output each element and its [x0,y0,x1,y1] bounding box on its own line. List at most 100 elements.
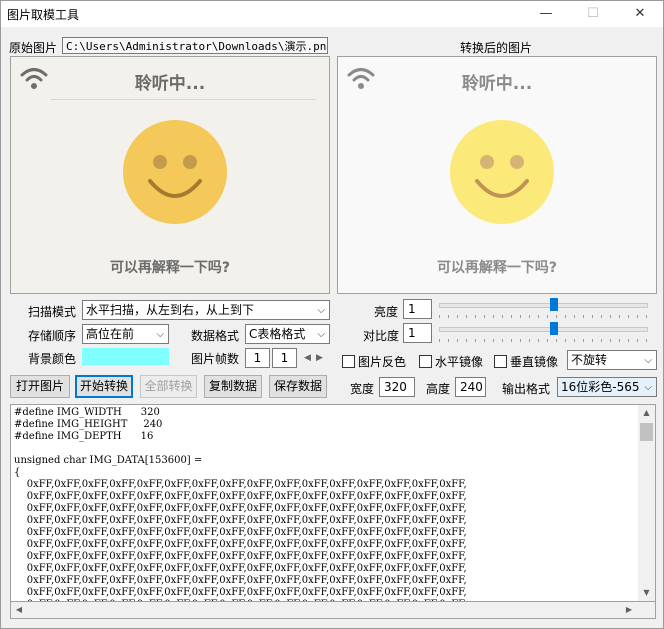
code-line: 0xFF,0xFF,0xFF,0xFF,0xFF,0xFF,0xFF,0xFF,… [14,563,467,574]
source-path-field[interactable]: C:\Users\Administrator\Downloads\演示.png [62,37,328,54]
smiley-face-icon [123,120,227,224]
contrast-label: 对比度 [363,329,400,343]
byte-order-select[interactable]: 高位在前 ⌵ [82,324,169,344]
divider [51,99,316,100]
data-format-select[interactable]: C表格格式 ⌵ [245,324,330,344]
data-format-label: 数据格式 [191,329,240,343]
scroll-thumb[interactable] [640,423,653,441]
preview-heading: 聆听中... [134,74,206,94]
scroll-left-icon[interactable]: ◀ [11,602,27,618]
hmirror-checkbox[interactable]: 水平镜像 [419,353,483,370]
original-image-preview: 聆听中... 可以再解释一下吗? [10,56,330,294]
chevron-down-icon: ⌵ [644,355,652,366]
frame-current-field[interactable]: 1 [245,348,270,368]
brightness-label: 亮度 [374,305,399,319]
preview-footer: 可以再解释一下吗? [109,260,231,276]
bg-color-label: 背景颜色 [28,352,77,366]
chevron-down-icon: ⌵ [156,329,164,340]
checkbox-box[interactable] [342,355,355,368]
code-line: 0xFF,0xFF,0xFF,0xFF,0xFF,0xFF,0xFF,0xFF,… [14,503,467,514]
code-line: 0xFF,0xFF,0xFF,0xFF,0xFF,0xFF,0xFF,0xFF,… [14,599,636,601]
contrast-slider[interactable] [439,322,648,347]
width-field[interactable]: 320 [379,377,415,397]
start-convert-button[interactable]: 开始转换 [75,375,133,398]
open-image-button[interactable]: 打开图片 [10,375,70,398]
slider-track [439,303,648,308]
invert-checkbox[interactable]: 图片反色 [342,353,406,370]
code-line: #define IMG_WIDTH 320 [14,407,160,418]
converted-image-preview: 聆听中... 可以再解释一下吗? [337,56,657,294]
copy-data-button[interactable]: 复制数据 [204,375,262,398]
scan-mode-value: 水平扫描，从左到右，从上到下 [86,303,255,317]
frames-label: 图片帧数 [191,352,240,366]
smiley-face-icon [450,120,554,224]
horizontal-scrollbar[interactable]: ◀ ▶ [10,602,656,619]
slider-ticks [439,339,648,342]
scroll-down-icon[interactable]: ▼ [638,585,655,601]
vertical-scrollbar[interactable]: ▲ ▼ [638,405,655,601]
arrow-left-icon[interactable]: ◀ [304,353,311,363]
main-window: 图片取模工具 — ☐ ✕ 原始图片 C:\Users\Administrator… [0,0,664,629]
code-line: { [14,467,21,478]
code-text[interactable]: #define IMG_WIDTH 320 #define IMG_HEIGHT … [14,407,636,601]
chevron-down-icon: ⌵ [644,382,652,393]
preview-heading: 聆听中... [461,74,533,94]
brightness-value[interactable]: 1 [403,299,432,319]
minimize-button[interactable]: — [523,1,569,27]
contrast-value[interactable]: 1 [403,323,432,343]
bg-color-swatch[interactable] [82,348,169,365]
height-label: 高度 [426,382,451,396]
code-output[interactable]: #define IMG_WIDTH 320 #define IMG_HEIGHT … [10,404,656,602]
code-line: 0xFF,0xFF,0xFF,0xFF,0xFF,0xFF,0xFF,0xFF,… [14,515,467,526]
hmirror-label: 水平镜像 [435,355,484,369]
invert-label: 图片反色 [358,355,407,369]
output-format-value: 16位彩色-565 [561,380,640,394]
rotate-value: 不旋转 [571,353,608,367]
frame-spinner[interactable]: ◀ ▶ [301,351,327,368]
contrast-thumb[interactable] [549,322,558,335]
brightness-slider[interactable] [439,298,648,323]
chevron-down-icon: ⌵ [317,329,325,340]
code-line: 0xFF,0xFF,0xFF,0xFF,0xFF,0xFF,0xFF,0xFF,… [14,587,467,598]
code-line: #define IMG_DEPTH 16 [14,431,154,442]
arrow-right-icon[interactable]: ▶ [316,353,323,363]
scroll-right-icon[interactable]: ▶ [621,602,637,618]
close-button[interactable]: ✕ [617,1,663,27]
save-data-button[interactable]: 保存数据 [269,375,327,398]
brightness-thumb[interactable] [549,298,558,311]
code-line: 0xFF,0xFF,0xFF,0xFF,0xFF,0xFF,0xFF,0xFF,… [14,479,467,490]
convert-all-button[interactable]: 全部转换 [140,375,197,398]
code-line: 0xFF,0xFF,0xFF,0xFF,0xFF,0xFF,0xFF,0xFF,… [14,539,467,550]
scan-mode-label: 扫描模式 [28,305,77,319]
rotate-select[interactable]: 不旋转 ⌵ [567,350,657,370]
scan-mode-select[interactable]: 水平扫描，从左到右，从上到下 ⌵ [82,300,330,320]
height-field[interactable]: 240 [455,377,486,397]
vmirror-label: 垂直镜像 [510,355,559,369]
code-line: 0xFF,0xFF,0xFF,0xFF,0xFF,0xFF,0xFF,0xFF,… [14,527,467,538]
source-image-label: 原始图片 [9,41,58,55]
checkbox-box[interactable] [494,355,507,368]
frame-total-field[interactable]: 1 [272,348,297,368]
output-format-select[interactable]: 16位彩色-565 ⌵ [557,377,657,397]
window-title: 图片取模工具 [7,8,80,22]
code-line: 0xFF,0xFF,0xFF,0xFF,0xFF,0xFF,0xFF,0xFF,… [14,575,467,586]
chevron-down-icon: ⌵ [317,305,325,316]
checkbox-box[interactable] [419,355,432,368]
code-line: #define IMG_HEIGHT 240 [14,419,163,430]
data-format-value: C表格格式 [249,327,306,341]
output-format-label: 输出格式 [502,382,551,396]
code-line: 0xFF,0xFF,0xFF,0xFF,0xFF,0xFF,0xFF,0xFF,… [14,491,467,502]
byte-order-label: 存储顺序 [28,329,77,343]
maximize-button[interactable]: ☐ [570,1,616,27]
slider-ticks [439,315,648,318]
slider-track [439,327,648,332]
preview-footer: 可以再解释一下吗? [436,260,558,276]
byte-order-value: 高位在前 [86,327,135,341]
width-label: 宽度 [350,382,375,396]
vmirror-checkbox[interactable]: 垂直镜像 [494,353,558,370]
scroll-up-icon[interactable]: ▲ [638,405,655,421]
code-line: unsigned char IMG_DATA[153600] = [14,455,203,466]
title-bar: 图片取模工具 — ☐ ✕ [1,1,663,27]
converted-image-label: 转换后的图片 [460,41,533,55]
